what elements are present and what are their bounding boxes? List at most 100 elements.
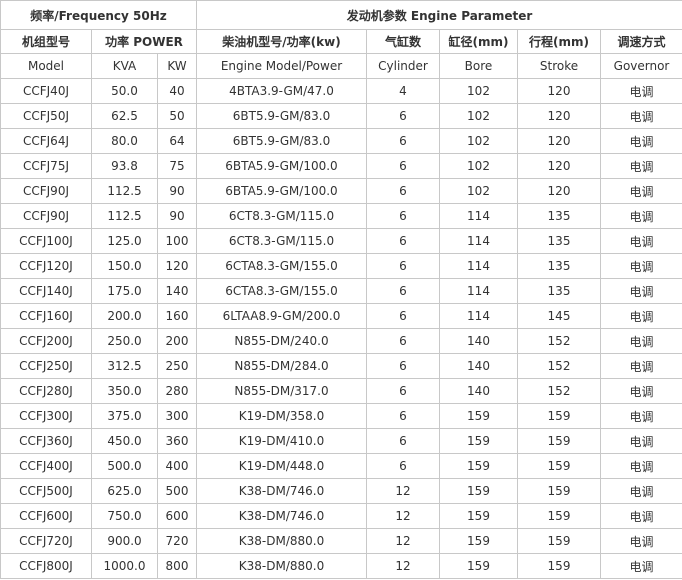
table-row: CCFJ100J 125.0 100 6CT8.3-GM/115.0 6 114 135 电调 [0, 228, 682, 254]
table-row: CCFJ800J 1000.0 800 K38-DM/880.0 12 159 159 电调 [0, 553, 682, 579]
cell-cylinder: 6 [366, 378, 440, 404]
cell-engine: 6CTA8.3-GM/155.0 [196, 253, 367, 279]
cell-kw: 50 [157, 103, 197, 129]
cell-model: CCFJ500J [0, 478, 92, 504]
cell-kva: 250.0 [91, 328, 158, 354]
cell-stroke: 159 [517, 403, 601, 429]
cell-cylinder: 12 [366, 528, 440, 554]
table-row: CCFJ300J 375.0 300 K19-DM/358.0 6 159 159 电调 [0, 403, 682, 429]
cell-kw: 800 [157, 553, 197, 579]
cell-cylinder: 6 [366, 103, 440, 129]
cell-cylinder: 12 [366, 553, 440, 579]
cell-bore: 114 [439, 203, 518, 229]
cell-model: CCFJ64J [0, 128, 92, 154]
cell-governor: 电调 [599, 178, 682, 204]
cell-stroke: 120 [517, 78, 601, 104]
cell-stroke: 159 [517, 528, 601, 554]
cell-cylinder: 12 [366, 503, 440, 529]
cell-kva: 150.0 [91, 253, 158, 279]
cell-kva: 112.5 [91, 178, 158, 204]
cell-model: CCFJ140J [0, 278, 92, 304]
cell-kva: 900.0 [91, 528, 158, 554]
cell-governor: 电调 [599, 353, 682, 379]
cell-engine: K19-DM/410.0 [196, 428, 367, 454]
cell-engine: N855-DM/317.0 [196, 378, 367, 404]
cell-bore: 159 [439, 478, 518, 504]
cell-model: CCFJ90J [0, 178, 92, 204]
sub-kva: KVA [91, 53, 158, 79]
cell-engine: K38-DM/880.0 [196, 553, 367, 579]
cell-stroke: 152 [517, 328, 601, 354]
cell-governor: 电调 [599, 428, 682, 454]
cell-governor: 电调 [599, 378, 682, 404]
cell-cylinder: 6 [366, 153, 440, 179]
cell-kva: 62.5 [91, 103, 158, 129]
cell-bore: 102 [439, 178, 518, 204]
cell-stroke: 159 [517, 428, 601, 454]
cell-model: CCFJ75J [0, 153, 92, 179]
sub-bore: Bore [439, 53, 518, 79]
table-row: CCFJ720J 900.0 720 K38-DM/880.0 12 159 159 电调 [0, 528, 682, 554]
cell-kva: 450.0 [91, 428, 158, 454]
cell-model: CCFJ50J [0, 103, 92, 129]
table-row: CCFJ40J 50.0 40 4BTA3.9-GM/47.0 4 102 120 电调 [0, 78, 682, 104]
cell-stroke: 152 [517, 353, 601, 379]
col-cylinder-header: 气缸数 [366, 29, 440, 54]
cell-engine: K19-DM/358.0 [196, 403, 367, 429]
cell-governor: 电调 [599, 253, 682, 279]
table-row: CCFJ500J 625.0 500 K38-DM/746.0 12 159 159 电调 [0, 478, 682, 504]
cell-stroke: 159 [517, 553, 601, 579]
cell-cylinder: 6 [366, 453, 440, 479]
cell-bore: 140 [439, 328, 518, 354]
cell-engine: 6BT5.9-GM/83.0 [196, 103, 367, 129]
sub-engine: Engine Model/Power [196, 53, 367, 79]
cell-governor: 电调 [599, 78, 682, 104]
cell-stroke: 135 [517, 228, 601, 254]
cell-governor: 电调 [599, 103, 682, 129]
cell-model: CCFJ160J [0, 303, 92, 329]
cell-engine: N855-DM/240.0 [196, 328, 367, 354]
cell-kva: 1000.0 [91, 553, 158, 579]
cell-kw: 64 [157, 128, 197, 154]
table-row: CCFJ280J 350.0 280 N855-DM/317.0 6 140 152 电调 [0, 378, 682, 404]
cell-cylinder: 12 [366, 478, 440, 504]
cell-bore: 102 [439, 128, 518, 154]
column-subheader-row: Model KVA KW Engine Model/Power Cylinder… [0, 53, 682, 79]
cell-engine: 6BTA5.9-GM/100.0 [196, 153, 367, 179]
cell-stroke: 159 [517, 478, 601, 504]
cell-stroke: 145 [517, 303, 601, 329]
table-row: CCFJ64J 80.0 64 6BT5.9-GM/83.0 6 102 120 电调 [0, 128, 682, 154]
cell-governor: 电调 [599, 503, 682, 529]
cell-cylinder: 6 [366, 353, 440, 379]
cell-kva: 500.0 [91, 453, 158, 479]
cell-kva: 125.0 [91, 228, 158, 254]
table-row: CCFJ600J 750.0 600 K38-DM/746.0 12 159 159 电调 [0, 503, 682, 529]
cell-model: CCFJ300J [0, 403, 92, 429]
cell-kva: 93.8 [91, 153, 158, 179]
cell-engine: N855-DM/284.0 [196, 353, 367, 379]
cell-cylinder: 6 [366, 328, 440, 354]
col-bore-header: 缸径(mm) [439, 29, 518, 54]
cell-cylinder: 6 [366, 303, 440, 329]
cell-governor: 电调 [599, 528, 682, 554]
cell-stroke: 120 [517, 128, 601, 154]
cell-bore: 159 [439, 528, 518, 554]
table-row: CCFJ90J 112.5 90 6CT8.3-GM/115.0 6 114 135 电调 [0, 203, 682, 229]
engine-parameter-header: 发动机参数 Engine Parameter [195, 0, 682, 30]
table-row: CCFJ50J 62.5 50 6BT5.9-GM/83.0 6 102 120 电调 [0, 103, 682, 129]
cell-model: CCFJ280J [0, 378, 92, 404]
cell-kw: 360 [157, 428, 197, 454]
cell-cylinder: 6 [366, 178, 440, 204]
cell-kw: 200 [157, 328, 197, 354]
sub-model: Model [0, 53, 92, 79]
cell-engine: 6CTA8.3-GM/155.0 [196, 278, 367, 304]
col-power-header: 功率 POWER [91, 29, 197, 54]
cell-model: CCFJ120J [0, 253, 92, 279]
cell-engine: K38-DM/746.0 [196, 503, 367, 529]
cell-engine: K38-DM/746.0 [196, 478, 367, 504]
cell-kva: 312.5 [91, 353, 158, 379]
cell-bore: 102 [439, 103, 518, 129]
cell-stroke: 120 [517, 178, 601, 204]
cell-engine: 6BTA5.9-GM/100.0 [196, 178, 367, 204]
cell-bore: 114 [439, 253, 518, 279]
